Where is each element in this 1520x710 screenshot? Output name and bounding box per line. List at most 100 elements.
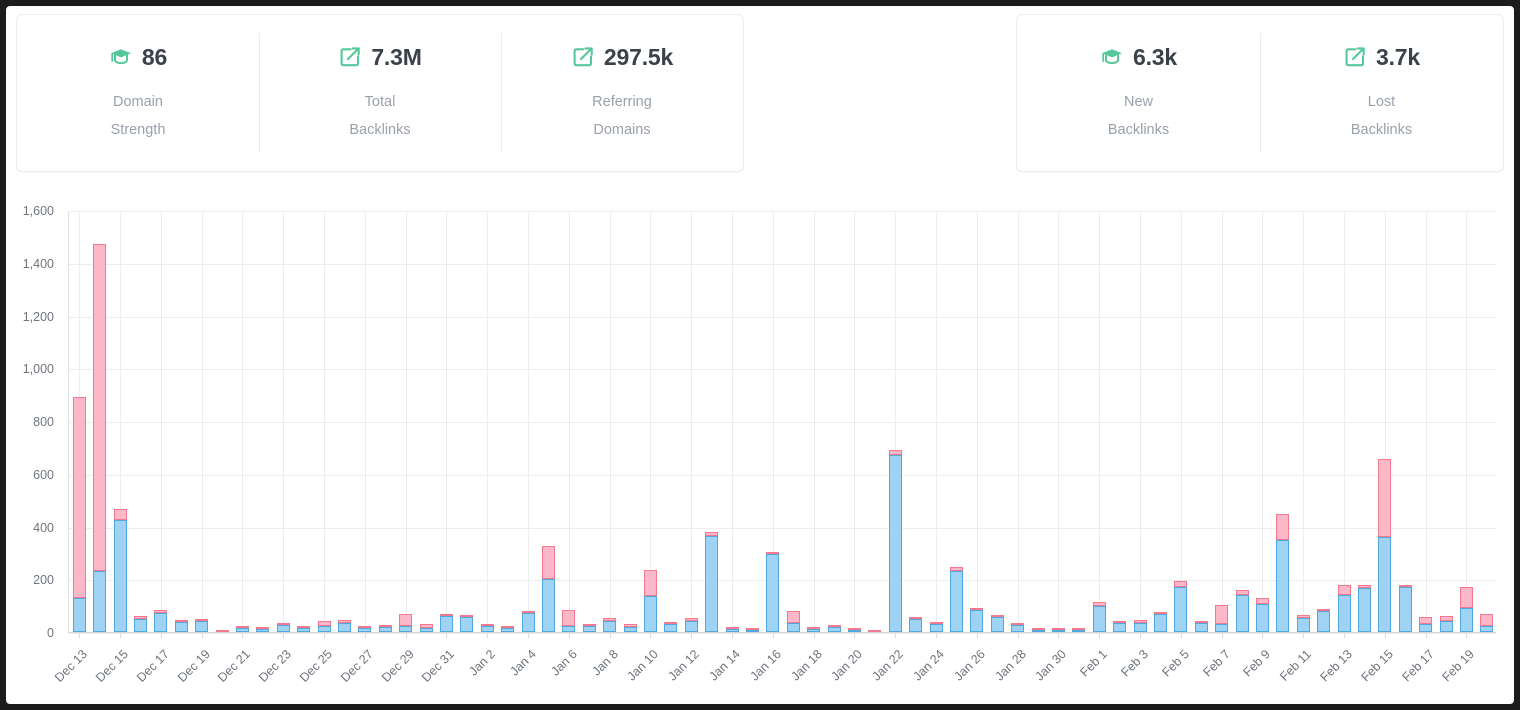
bar-group[interactable] xyxy=(256,210,269,632)
bar-group[interactable] xyxy=(277,210,290,632)
x-axis-tickmark xyxy=(406,633,407,638)
bar-segment-new-backlinks xyxy=(460,617,473,632)
bar-group[interactable] xyxy=(297,210,310,632)
bar-segment-lost-backlinks xyxy=(766,552,779,554)
bar-group[interactable] xyxy=(1154,210,1167,632)
bar-group[interactable] xyxy=(807,210,820,632)
bar-group[interactable] xyxy=(216,210,229,632)
x-axis-tick-label: Jan 20 xyxy=(817,647,865,695)
x-axis-tick-label: Jan 26 xyxy=(940,647,988,695)
bar-group[interactable] xyxy=(1317,210,1330,632)
bar-group[interactable] xyxy=(542,210,555,632)
x-axis-tick-label: Feb 9 xyxy=(1225,647,1273,695)
stat-new-backlinks[interactable]: 6.3k New Backlinks xyxy=(1017,15,1260,171)
bar-group[interactable] xyxy=(318,210,331,632)
bar-segment-new-backlinks xyxy=(1052,630,1065,632)
stat-label-line1: Total xyxy=(349,89,410,117)
bar-group[interactable] xyxy=(1297,210,1310,632)
bar-group[interactable] xyxy=(420,210,433,632)
bar-group[interactable] xyxy=(889,210,902,632)
bar-group[interactable] xyxy=(358,210,371,632)
bar-group[interactable] xyxy=(1093,210,1106,632)
bar-group[interactable] xyxy=(1460,210,1473,632)
bar-segment-lost-backlinks xyxy=(420,624,433,629)
bar-group[interactable] xyxy=(1032,210,1045,632)
bar-group[interactable] xyxy=(1256,210,1269,632)
bar-group[interactable] xyxy=(1113,210,1126,632)
backlinks-dashboard: 86 Domain Strength 7.3M xyxy=(6,6,1514,704)
bar-group[interactable] xyxy=(726,210,739,632)
x-axis-tick-label: Dec 31 xyxy=(409,647,457,695)
stat-referring-domains[interactable]: 297.5k Referring Domains xyxy=(501,15,743,171)
stat-lost-backlinks[interactable]: 3.7k Lost Backlinks xyxy=(1260,15,1503,171)
bar-group[interactable] xyxy=(909,210,922,632)
bar-group[interactable] xyxy=(950,210,963,632)
bar-group[interactable] xyxy=(1174,210,1187,632)
bar-group[interactable] xyxy=(1338,210,1351,632)
bar-group[interactable] xyxy=(1378,210,1391,632)
bar-group[interactable] xyxy=(134,210,147,632)
bar-group[interactable] xyxy=(1011,210,1024,632)
bar-group[interactable] xyxy=(1480,210,1493,632)
bar-group[interactable] xyxy=(970,210,983,632)
bar-group[interactable] xyxy=(460,210,473,632)
bar-group[interactable] xyxy=(195,210,208,632)
stat-value: 7.3M xyxy=(371,46,421,69)
bar-group[interactable] xyxy=(685,210,698,632)
bar-group[interactable] xyxy=(1440,210,1453,632)
bar-group[interactable] xyxy=(175,210,188,632)
bar-segment-new-backlinks xyxy=(603,621,616,632)
bar-group[interactable] xyxy=(1419,210,1432,632)
x-axis-tick-label: Dec 29 xyxy=(368,647,416,695)
bar-group[interactable] xyxy=(1358,210,1371,632)
bar-group[interactable] xyxy=(848,210,861,632)
bar-group[interactable] xyxy=(828,210,841,632)
bar-group[interactable] xyxy=(93,210,106,632)
bar-group[interactable] xyxy=(644,210,657,632)
bar-group[interactable] xyxy=(991,210,1004,632)
bar-group[interactable] xyxy=(868,210,881,632)
bar-group[interactable] xyxy=(154,210,167,632)
bar-segment-lost-backlinks xyxy=(868,630,881,632)
bar-group[interactable] xyxy=(236,210,249,632)
bar-segment-new-backlinks xyxy=(256,629,269,632)
bar-group[interactable] xyxy=(562,210,575,632)
bar-group[interactable] xyxy=(501,210,514,632)
bar-group[interactable] xyxy=(705,210,718,632)
bar-group[interactable] xyxy=(1195,210,1208,632)
bar-group[interactable] xyxy=(440,210,453,632)
bar-group[interactable] xyxy=(930,210,943,632)
bar-group[interactable] xyxy=(1236,210,1249,632)
bar-group[interactable] xyxy=(1134,210,1147,632)
x-axis-tick-label: Feb 3 xyxy=(1103,647,1151,695)
bar-group[interactable] xyxy=(1215,210,1228,632)
x-axis-tick-label: Jan 28 xyxy=(980,647,1028,695)
bar-group[interactable] xyxy=(338,210,351,632)
bar-group[interactable] xyxy=(1072,210,1085,632)
backlinks-chart[interactable]: 02004006008001,0001,2001,4001,600 Dec 13… xyxy=(6,184,1514,702)
bar-group[interactable] xyxy=(664,210,677,632)
bar-group[interactable] xyxy=(583,210,596,632)
bar-group[interactable] xyxy=(746,210,759,632)
stat-domain-strength[interactable]: 86 Domain Strength xyxy=(17,15,259,171)
bar-segment-lost-backlinks xyxy=(1460,587,1473,608)
bar-segment-new-backlinks xyxy=(1195,623,1208,632)
bar-group[interactable] xyxy=(1276,210,1289,632)
bar-group[interactable] xyxy=(379,210,392,632)
bar-group[interactable] xyxy=(624,210,637,632)
bar-group[interactable] xyxy=(1399,210,1412,632)
y-axis-tick-label: 200 xyxy=(33,573,54,587)
stat-total-backlinks[interactable]: 7.3M Total Backlinks xyxy=(259,15,501,171)
bar-group[interactable] xyxy=(766,210,779,632)
bar-segment-new-backlinks xyxy=(236,628,249,632)
bar-group[interactable] xyxy=(787,210,800,632)
bar-segment-new-backlinks xyxy=(93,571,106,632)
bar-group[interactable] xyxy=(522,210,535,632)
bar-segment-lost-backlinks xyxy=(236,626,249,628)
bar-group[interactable] xyxy=(603,210,616,632)
bar-group[interactable] xyxy=(399,210,412,632)
bar-group[interactable] xyxy=(1052,210,1065,632)
bar-group[interactable] xyxy=(114,210,127,632)
bar-group[interactable] xyxy=(481,210,494,632)
bar-group[interactable] xyxy=(73,210,86,632)
